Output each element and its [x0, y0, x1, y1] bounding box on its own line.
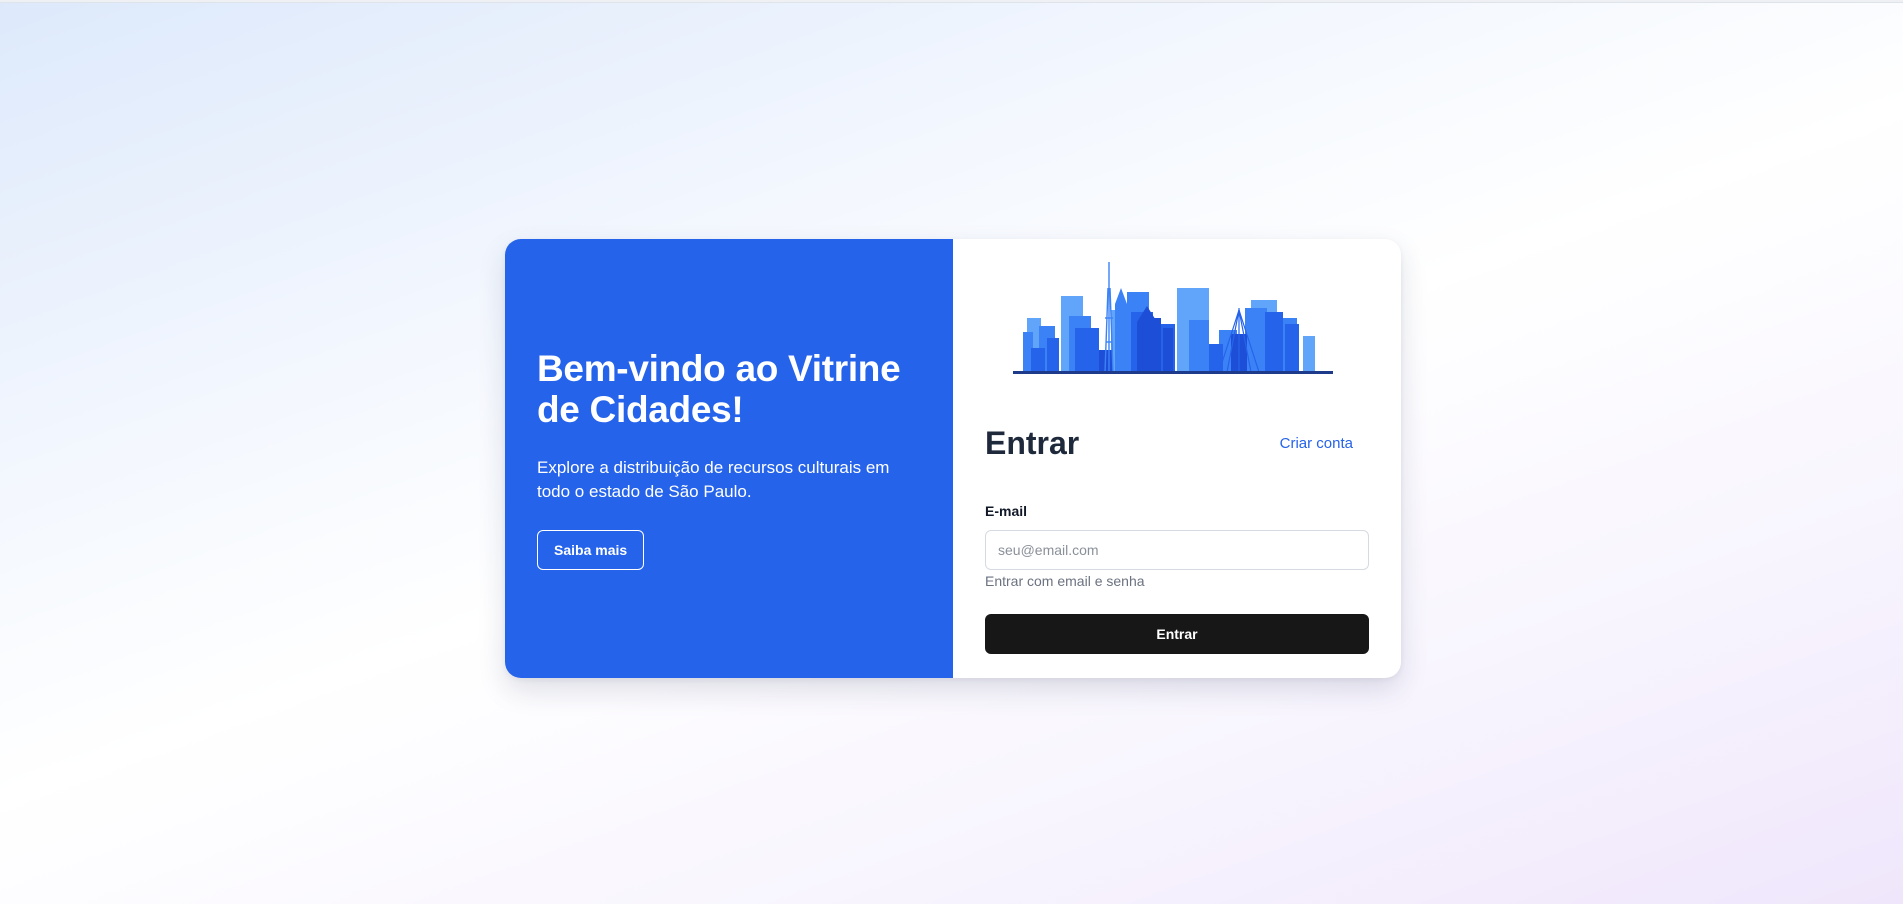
login-hint: Entrar com email e senha: [985, 573, 1145, 589]
login-submit-button[interactable]: Entrar: [985, 614, 1369, 654]
login-title: Entrar: [985, 425, 1080, 461]
email-input[interactable]: [985, 530, 1369, 570]
email-label: E-mail: [985, 503, 1028, 519]
create-account-link[interactable]: Criar conta: [1280, 435, 1353, 452]
login-header: Entrar Criar conta: [985, 425, 1369, 462]
top-border: [0, 0, 1903, 3]
login-panel: Entrar Criar conta E-mail Entrar com ema…: [953, 239, 1401, 678]
welcome-title: Bem-vindo ao Vitrine de Cidades!: [537, 347, 901, 430]
welcome-description: Explore a distribuição de recursos cultu…: [537, 457, 890, 501]
learn-more-button[interactable]: Saiba mais: [537, 529, 645, 570]
login-card: Bem-vindo ao Vitrine de Cidades! Explore…: [505, 239, 1401, 678]
welcome-panel: Bem-vindo ao Vitrine de Cidades! Explore…: [505, 239, 953, 678]
city-skyline-illustration: [1013, 262, 1333, 374]
